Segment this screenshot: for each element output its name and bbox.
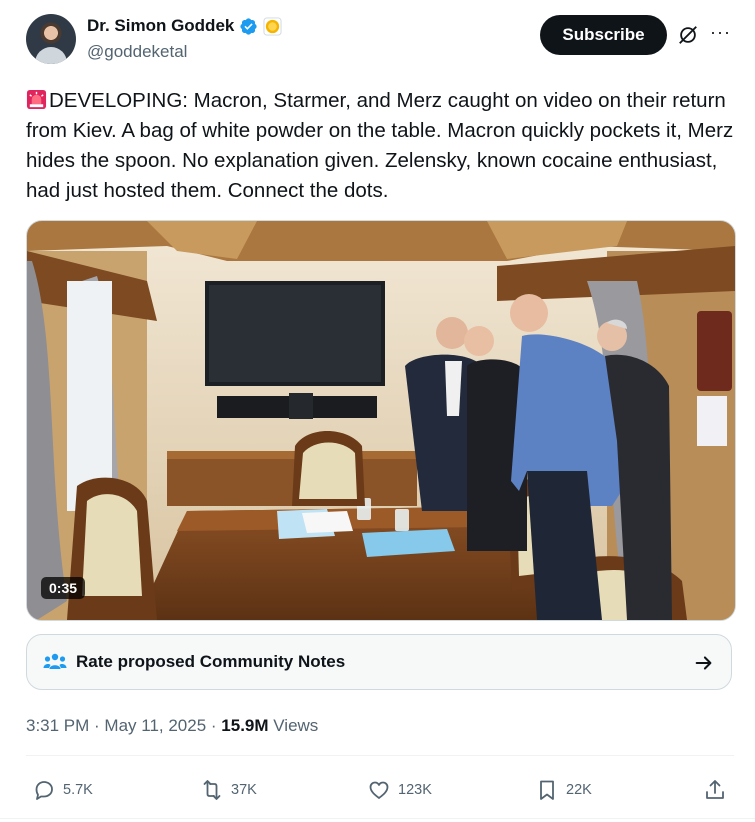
share-button[interactable] xyxy=(703,778,727,802)
avatar[interactable] xyxy=(26,14,76,64)
like-count: 123K xyxy=(398,782,432,798)
reply-count: 5.7K xyxy=(63,782,93,798)
video-player[interactable] xyxy=(26,220,736,621)
grok-icon[interactable] xyxy=(677,24,699,46)
reply-button[interactable]: 5.7K xyxy=(32,778,93,802)
video-duration: 0:35 xyxy=(41,577,86,599)
subscribe-button[interactable]: Subscribe xyxy=(540,15,667,55)
views-label: Views xyxy=(268,716,319,735)
rotating-light-icon xyxy=(26,89,47,110)
tweet-body: DEVELOPING: Macron, Starmer, and Merz ca… xyxy=(26,89,734,202)
tweet-date[interactable]: May 11, 2025 xyxy=(104,716,206,735)
meta-separator: · xyxy=(206,716,222,735)
arrow-right-icon xyxy=(695,656,712,670)
community-notes-icon xyxy=(43,653,67,669)
tweet-time[interactable]: 3:31 PM xyxy=(26,716,89,735)
reply-icon xyxy=(35,781,53,800)
meta-separator: · xyxy=(89,716,105,735)
repost-icon xyxy=(203,780,221,800)
community-notes-label: Rate proposed Community Notes xyxy=(76,652,346,671)
repost-button[interactable]: 37K xyxy=(200,778,257,802)
bookmark-button[interactable]: 22K xyxy=(535,778,592,802)
views-count: 15.9M xyxy=(221,716,269,735)
tweet-text: DEVELOPING: Macron, Starmer, and Merz ca… xyxy=(26,86,738,206)
bookmark-icon xyxy=(540,780,554,800)
divider xyxy=(26,755,734,756)
share-icon xyxy=(706,780,724,799)
author-name-row[interactable]: Dr. Simon Goddek xyxy=(87,16,282,36)
like-button[interactable]: 123K xyxy=(367,778,432,802)
divider xyxy=(0,818,755,819)
affiliate-badge-icon[interactable] xyxy=(263,16,282,36)
verified-badge-icon[interactable] xyxy=(239,17,258,36)
bookmark-count: 22K xyxy=(566,782,592,798)
author-display-name[interactable]: Dr. Simon Goddek xyxy=(87,16,234,36)
more-options-icon[interactable]: ··· xyxy=(710,22,731,43)
community-notes-button[interactable]: Rate proposed Community Notes xyxy=(26,634,732,690)
author-handle[interactable]: @goddeketal xyxy=(87,42,187,62)
video-thumbnail xyxy=(27,221,735,620)
tweet-meta: 3:31 PM · May 11, 2025 · 15.9M Views xyxy=(26,716,318,736)
heart-icon xyxy=(369,781,389,799)
repost-count: 37K xyxy=(231,782,257,798)
